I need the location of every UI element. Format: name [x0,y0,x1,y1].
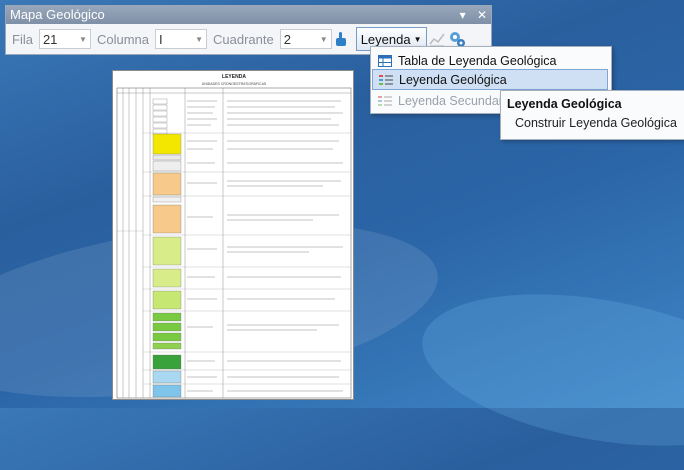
zoom-to-quadrant-button[interactable] [332,29,352,49]
chevron-down-icon: ▼ [79,34,87,44]
columna-value: I [158,31,163,47]
background-wave-accent [410,269,684,470]
menu-item-label: Leyenda Secundaria [398,93,513,108]
legend-list-icon [373,74,399,86]
legend-document: LEYENDA UNIDADES CRONOESTRATIGRÁFICAS [112,70,354,400]
chevron-down-icon: ▼ [319,34,328,44]
table-icon [372,54,398,67]
columna-label: Columna [96,31,149,47]
menu-item-leyenda-geologica[interactable]: Leyenda Geológica [372,69,608,90]
legend-list-icon [372,95,398,107]
chevron-down-icon: ▼ [413,34,422,44]
cuadrante-combo[interactable]: 2 ▼ [279,29,332,49]
menu-item-label: Tabla de Leyenda Geológica [398,53,557,68]
construir-leyenda-menu-item[interactable]: Construir Leyenda Geológica [501,111,684,130]
chevron-down-icon: ▼ [195,34,203,44]
toolbar-title: Mapa Geológico [10,7,105,22]
legend-table-graphic [116,87,352,399]
toolbar-titlebar[interactable]: Mapa Geológico ▾ ✕ [6,6,491,24]
leyenda-geologica-submenu: Leyenda Geológica Construir Leyenda Geol… [500,90,684,140]
cuadrante-label: Cuadrante [212,31,274,47]
leyenda-label: Leyenda [360,31,411,47]
menu-item-label: Leyenda Geológica [399,72,507,87]
fila-combo[interactable]: 21 ▼ [38,29,91,49]
menu-item-tabla-leyenda[interactable]: Tabla de Leyenda Geológica [372,50,608,71]
hand-pointer-icon [335,32,346,46]
close-icon[interactable]: ✕ [477,8,487,22]
fila-label: Fila [12,31,33,47]
columna-combo[interactable]: I ▼ [154,29,207,49]
submenu-header: Leyenda Geológica [507,97,622,111]
collapse-icon[interactable]: ▾ [460,8,466,22]
fila-value: 21 [42,31,58,47]
chart-map-icon [428,33,445,47]
cuadrante-value: 2 [283,31,291,47]
